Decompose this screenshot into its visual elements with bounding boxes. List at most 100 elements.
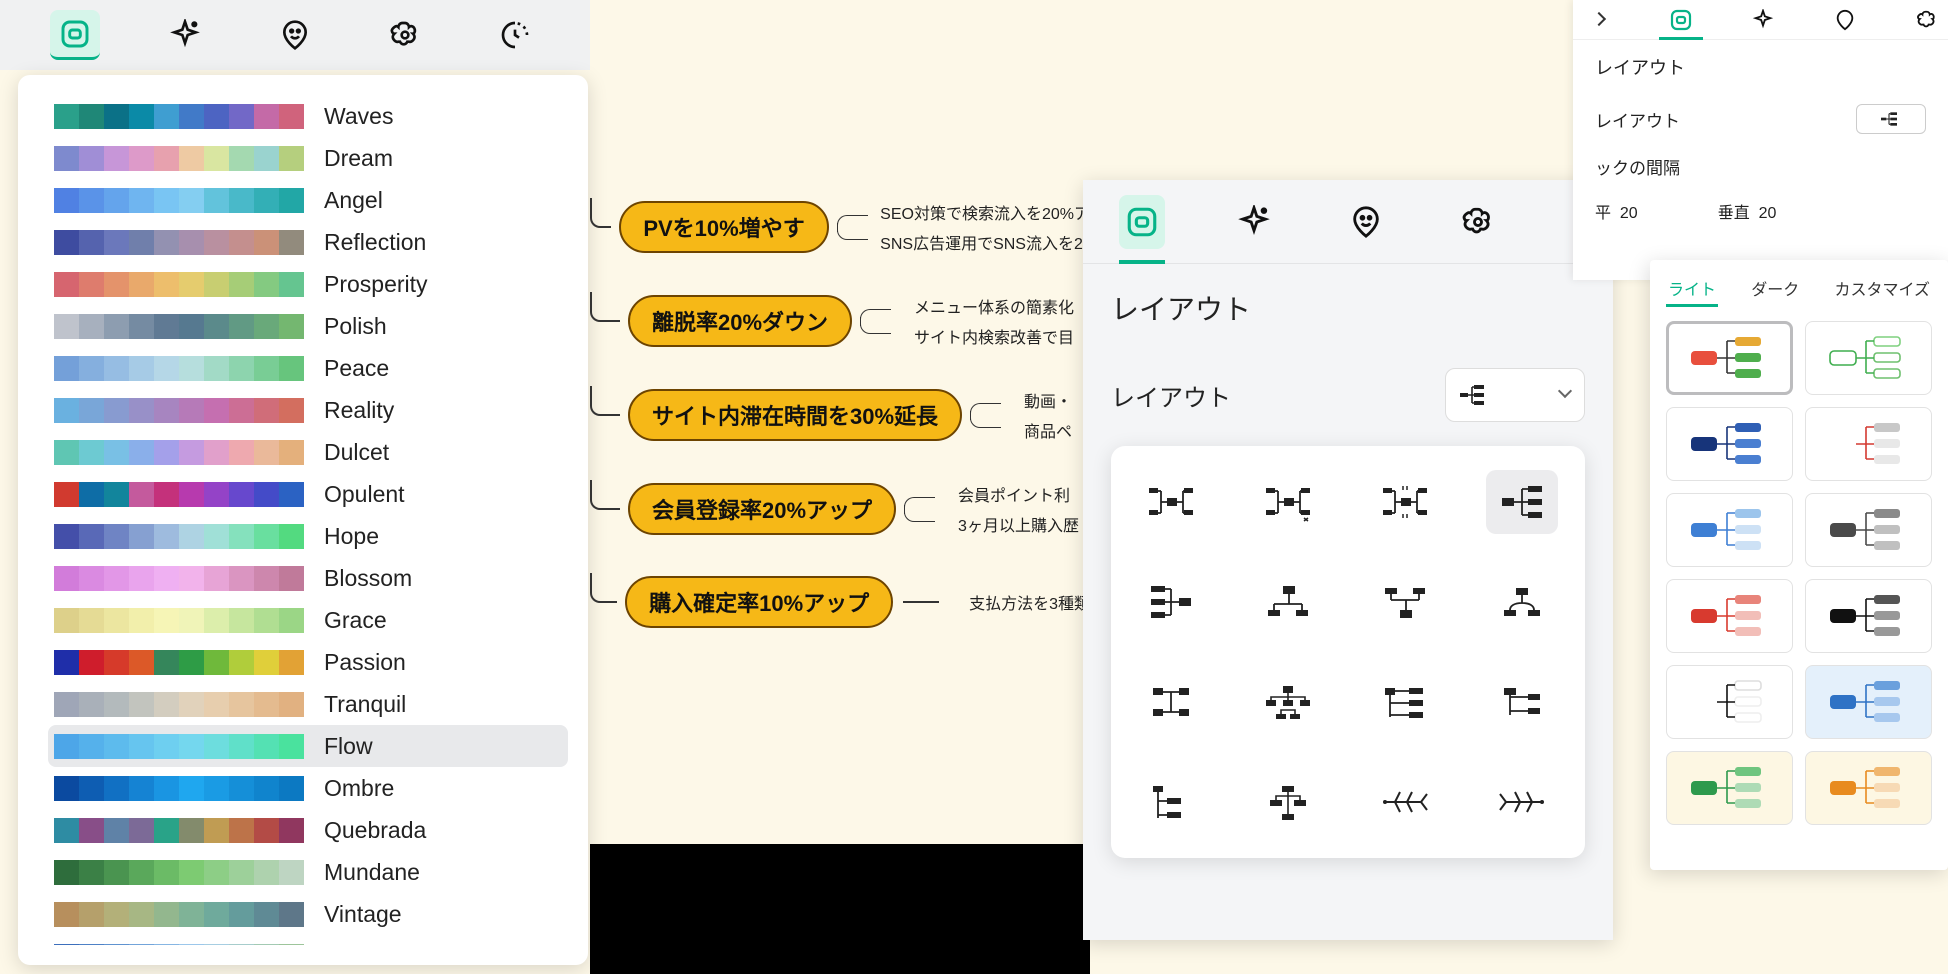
swatch	[279, 818, 304, 843]
layout-option[interactable]	[1252, 470, 1324, 534]
swatch	[79, 860, 104, 885]
theme-thumbnail[interactable]	[1666, 407, 1793, 481]
palette-row[interactable]: Hope	[48, 515, 568, 557]
format-tab-icon[interactable]	[1119, 195, 1165, 249]
layout-mini-select[interactable]	[1856, 104, 1926, 134]
mindmap-child[interactable]: サイト内検索改善で目	[914, 324, 1074, 348]
swatch	[279, 524, 304, 549]
theme-thumbnail[interactable]	[1805, 665, 1932, 739]
mindmap-child[interactable]: メニュー体系の簡素化	[914, 294, 1074, 318]
palette-row[interactable]: Reality	[48, 389, 568, 431]
flower-icon[interactable]	[1455, 195, 1501, 249]
mindmap-child[interactable]: 会員ポイント利	[958, 482, 1079, 506]
palette-name: Quebrada	[324, 817, 426, 844]
palette-row[interactable]: Blossom	[48, 557, 568, 599]
layout-option[interactable]	[1135, 470, 1207, 534]
palette-row[interactable]: Reflection	[48, 221, 568, 263]
mindmap-node[interactable]: 会員登録率20%アップ	[628, 483, 896, 535]
layout-option[interactable]	[1369, 770, 1441, 834]
palette-row[interactable]: Mundane	[48, 851, 568, 893]
swatch	[129, 272, 154, 297]
palette-row[interactable]: Ombre	[48, 767, 568, 809]
mindmap-node[interactable]: 離脱率20%ダウン	[628, 295, 852, 347]
spacing-v-value[interactable]: 20	[1759, 205, 1777, 222]
swatch	[229, 398, 254, 423]
palette-row[interactable]: Dulcet	[48, 431, 568, 473]
collapse-icon[interactable]	[1583, 4, 1615, 36]
mindmap-child[interactable]: 支払方法を3種類	[969, 590, 1090, 614]
palette-name: Prosperity	[324, 271, 428, 298]
layout-option[interactable]	[1369, 570, 1441, 634]
layout-option[interactable]	[1486, 670, 1558, 734]
layout-option[interactable]	[1135, 770, 1207, 834]
palette-row[interactable]: Grace	[48, 599, 568, 641]
palette-row[interactable]: Polish	[48, 305, 568, 347]
layout-select[interactable]	[1445, 368, 1585, 422]
sparkle-icon[interactable]	[160, 10, 210, 60]
theme-thumbnail[interactable]	[1666, 665, 1793, 739]
mindmap-child[interactable]: 商品ペ	[1024, 418, 1072, 442]
layout-option[interactable]	[1135, 670, 1207, 734]
mindmap-child[interactable]: 動画・	[1024, 388, 1072, 412]
theme-thumbnail[interactable]	[1805, 493, 1932, 567]
theme-thumbnail[interactable]	[1805, 579, 1932, 653]
palette-row[interactable]: Melody	[48, 935, 568, 945]
theme-thumbnail[interactable]	[1666, 493, 1793, 567]
theme-tab[interactable]: ダーク	[1749, 272, 1801, 307]
palette-row[interactable]: Quebrada	[48, 809, 568, 851]
sparkle-icon[interactable]	[1231, 195, 1277, 249]
layout-option[interactable]	[1252, 570, 1324, 634]
layout-option[interactable]	[1252, 770, 1324, 834]
flower-icon[interactable]	[1911, 4, 1943, 36]
mindmap-child[interactable]: SEO対策で検索流入を20%ア	[880, 200, 1090, 224]
smile-pin-icon[interactable]	[1343, 195, 1389, 249]
swatch	[54, 524, 79, 549]
mindmap-child[interactable]: 3ヶ月以上購入歴	[958, 512, 1079, 536]
mindmap-node[interactable]: サイト内滞在時間を30%延長	[628, 389, 962, 441]
mindmap-node[interactable]: 購入確定率10%アップ	[625, 576, 893, 628]
smile-pin-icon[interactable]	[1829, 4, 1861, 36]
layout-option[interactable]	[1369, 670, 1441, 734]
layout-option[interactable]	[1486, 570, 1558, 634]
palette-row[interactable]: Dream	[48, 137, 568, 179]
palette-row[interactable]: Opulent	[48, 473, 568, 515]
swatch	[154, 356, 179, 381]
mindmap-node-group: PVを10%増やす SEO対策で検索流入を20%ア SNS広告運用でSNS流入を2	[590, 200, 1090, 254]
sparkle-icon[interactable]	[1747, 4, 1779, 36]
theme-thumbnail[interactable]	[1805, 321, 1932, 395]
palette-name: Reality	[324, 397, 394, 424]
layout-option[interactable]	[1135, 570, 1207, 634]
swatch	[229, 692, 254, 717]
mindmap-node[interactable]: PVを10%増やす	[619, 201, 828, 253]
palette-row[interactable]: Tranquil	[48, 683, 568, 725]
theme-tab[interactable]: カスタマイズ	[1832, 272, 1932, 307]
theme-thumbnail[interactable]	[1666, 321, 1793, 395]
palette-row[interactable]: Vintage	[48, 893, 568, 935]
clock-dashed-icon[interactable]	[490, 10, 540, 60]
theme-thumbnail[interactable]	[1805, 407, 1932, 481]
palette-row[interactable]: Peace	[48, 347, 568, 389]
theme-thumbnail[interactable]	[1666, 579, 1793, 653]
swatch	[129, 146, 154, 171]
palette-row[interactable]: Waves	[48, 95, 568, 137]
format-tab-icon[interactable]	[1665, 4, 1697, 36]
layout-option[interactable]	[1486, 470, 1558, 534]
palette-row[interactable]: Flow	[48, 725, 568, 767]
palette-list[interactable]: WavesDreamAngelReflection Prosperity Polis…	[48, 95, 578, 945]
theme-thumbnail[interactable]	[1666, 751, 1793, 825]
mindmap-child[interactable]: SNS広告運用でSNS流入を2	[880, 230, 1090, 254]
flower-icon[interactable]	[380, 10, 430, 60]
layout-option[interactable]	[1252, 670, 1324, 734]
layout-option[interactable]	[1369, 470, 1441, 534]
palette-row[interactable]: Passion	[48, 641, 568, 683]
spacing-h-value[interactable]: 20	[1620, 205, 1638, 222]
theme-thumbnail[interactable]	[1805, 751, 1932, 825]
smile-pin-icon[interactable]	[270, 10, 320, 60]
palette-row[interactable]: Angel	[48, 179, 568, 221]
format-tab-icon[interactable]	[50, 10, 100, 60]
palette-row[interactable]: Prosperity	[48, 263, 568, 305]
theme-tab[interactable]: ライト	[1666, 272, 1718, 307]
swatch	[104, 566, 129, 591]
swatch	[154, 230, 179, 255]
layout-option[interactable]	[1486, 770, 1558, 834]
